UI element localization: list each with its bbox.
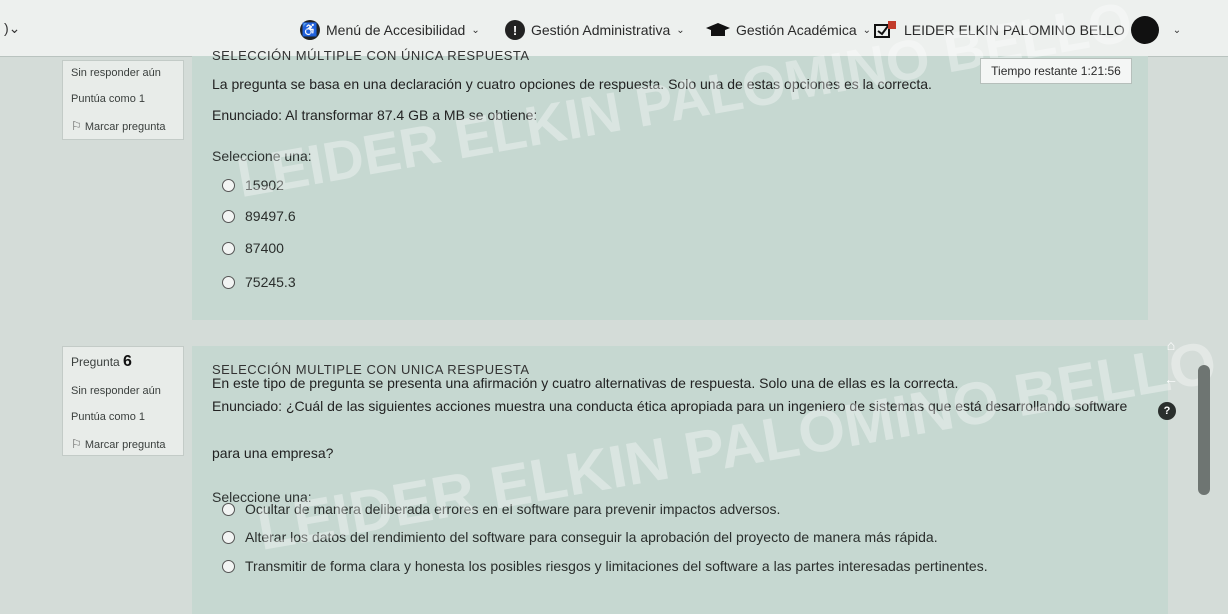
option-label: 87400 [245, 240, 284, 256]
radio-button[interactable] [222, 559, 235, 573]
question-number: Pregunta 6 [71, 353, 132, 370]
radio-button[interactable] [222, 275, 235, 289]
question-text: La pregunta se basa en una declaración y… [212, 76, 932, 92]
accessibility-icon: ♿ [300, 20, 320, 40]
flag-question-button[interactable]: ⚐ Marcar pregunta [71, 437, 175, 451]
graduation-cap-icon [706, 23, 730, 36]
answer-option[interactable]: 89497.6 [222, 208, 296, 224]
answer-option[interactable]: Alterar los datos del rendimiento del so… [222, 529, 938, 545]
flag-icon: ⚐ [71, 437, 82, 451]
notification-icon [874, 21, 896, 38]
question-type: SELECCIÓN MÚLTIPLE CON ÚNICA RESPUESTA [212, 48, 530, 63]
select-one-label: Seleccione una: [212, 148, 312, 164]
answer-option[interactable]: Transmitir de forma clara y honesta los … [222, 558, 988, 574]
answer-option[interactable]: 15902 [222, 177, 284, 193]
help-icon[interactable]: ? [1158, 402, 1176, 420]
flag-icon: ⚐ [71, 119, 82, 133]
chevron-down-icon: ⌄ [471, 24, 480, 36]
chevron-down-icon: ⌄ [676, 24, 685, 36]
answer-option[interactable]: 75245.3 [222, 274, 296, 290]
question-status: Sin responder aún [71, 67, 161, 79]
chevron-down-icon: ⌄ [1172, 24, 1182, 36]
flag-question-label: Marcar pregunta [84, 121, 166, 133]
top-navigation-bar: )⌄ ♿ Menú de Accesibilidad ⌄ ! Gestión A… [0, 0, 1228, 57]
question-statement: Enunciado: Al transformar 87.4 GB a MB s… [212, 107, 538, 123]
radio-button[interactable] [222, 530, 235, 544]
user-menu[interactable]: LEIDER ELKIN PALOMINO BELLO ⌄ [904, 16, 1182, 44]
chevron-down-icon: ⌄ [862, 24, 872, 36]
academic-menu[interactable]: Gestión Académica ⌄ [706, 20, 871, 40]
admin-menu-label: Gestión Administrativa [531, 22, 671, 38]
question-points: Puntúa como 1 [71, 411, 145, 423]
question-statement-continued: para una empresa? [212, 445, 334, 461]
question-content: SELECCIÓN MÚLTIPLE CON ÚNICA RESPUESTA L… [192, 0, 1148, 320]
notifications-button[interactable] [874, 20, 896, 40]
avatar [1130, 16, 1159, 44]
question-5: Sin responder aún Puntúa como 1 ⚐ Marcar… [0, 0, 1228, 320]
flag-question-label: Marcar pregunta [84, 439, 166, 451]
accessibility-menu[interactable]: ♿ Menú de Accesibilidad ⌄ [300, 20, 480, 40]
user-name: LEIDER ELKIN PALOMINO BELLO [904, 22, 1125, 38]
option-label: Transmitir de forma clara y honesta los … [245, 558, 988, 574]
chevron-down-icon[interactable]: )⌄ [4, 20, 20, 37]
question-info: Sin responder aún Puntúa como 1 ⚐ Marcar… [62, 60, 184, 140]
question-status: Sin responder aún [71, 385, 161, 397]
academic-menu-label: Gestión Académica [736, 22, 857, 38]
option-label: 89497.6 [245, 208, 296, 224]
radio-button[interactable] [222, 502, 235, 516]
question-content: SELECCIÓN MULTIPLE CON UNICA RESPUESTA E… [192, 328, 1221, 614]
question-info: Pregunta 6 Sin responder aún Puntúa como… [62, 346, 184, 456]
option-label: 15902 [245, 177, 284, 193]
option-label: 75245.3 [245, 274, 296, 290]
radio-button[interactable] [222, 241, 235, 255]
scrollbar[interactable] [1198, 365, 1210, 495]
question-6: Pregunta 6 Sin responder aún Puntúa como… [0, 328, 1228, 614]
radio-button[interactable] [222, 209, 235, 223]
answer-option[interactable]: 87400 [222, 240, 284, 256]
radio-button[interactable] [222, 178, 235, 192]
question-statement: Enunciado: ¿Cuál de las siguientes accio… [212, 398, 1128, 414]
answer-option[interactable]: Ocultar de manera deliberada errores en … [222, 501, 780, 517]
accessibility-menu-label: Menú de Accesibilidad [326, 22, 466, 38]
admin-menu[interactable]: ! Gestión Administrativa ⌄ [505, 20, 685, 40]
home-icon[interactable]: ⌂ [1160, 334, 1182, 356]
question-text: En este tipo de pregunta se presenta una… [212, 375, 959, 391]
option-label: Alterar los datos del rendimiento del so… [245, 529, 938, 545]
flag-question-button[interactable]: ⚐ Marcar pregunta [71, 119, 175, 133]
timer: Tiempo restante 1:21:56 [980, 58, 1132, 84]
question-points: Puntúa como 1 [71, 93, 145, 105]
alert-icon: ! [505, 20, 525, 40]
back-arrow-icon[interactable]: ← [1160, 368, 1182, 390]
option-label: Ocultar de manera deliberada errores en … [245, 501, 781, 517]
